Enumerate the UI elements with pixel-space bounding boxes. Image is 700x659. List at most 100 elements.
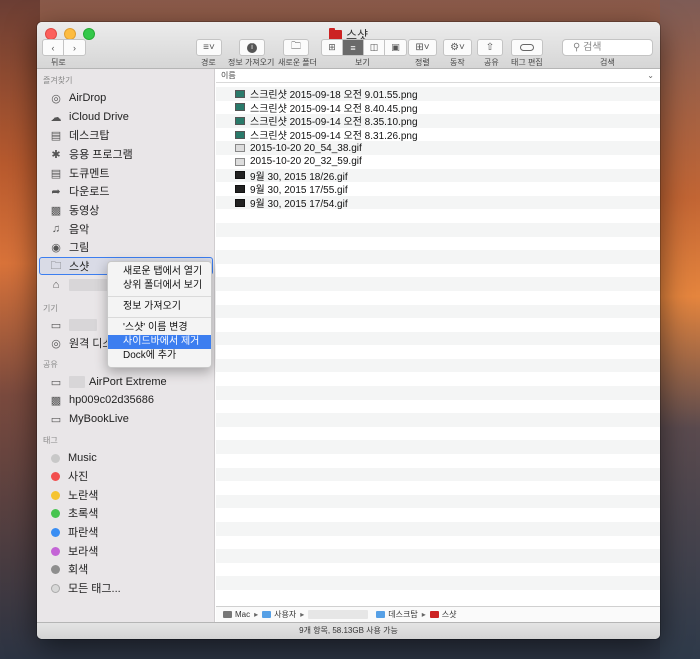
tag-edit-button[interactable] — [511, 39, 543, 56]
icon-view-button[interactable]: ⊞ — [322, 40, 343, 55]
sidebar-item-documents[interactable]: ▤ 도큐멘트 — [49, 164, 213, 182]
action-button[interactable]: ⚙˅ — [443, 39, 472, 56]
tag-dot-icon — [51, 508, 60, 518]
file-row[interactable]: 스크린샷 2015-09-14 오전 8.40.45.png — [216, 101, 660, 115]
sidebar-item-applications[interactable]: ✱ 응용 프로그램 — [49, 145, 213, 163]
menu-item-add-to-dock[interactable]: Dock에 추가 — [108, 349, 211, 363]
empty-row — [216, 549, 660, 563]
empty-row — [216, 222, 660, 237]
path-item-mac[interactable]: Mac — [223, 610, 250, 619]
file-row[interactable]: 스크린샷 2015-09-14 오전 8.35.10.png — [216, 114, 660, 128]
info-button[interactable]: i — [239, 39, 265, 56]
empty-row — [216, 508, 660, 522]
column-header-label: 이름 — [221, 71, 236, 80]
disk-icon: ▭ — [50, 376, 62, 389]
sidebar-tag-photo[interactable]: 사진 — [49, 467, 213, 485]
image-file-icon — [235, 130, 245, 139]
sidebar-item-label: 응용 프로그램 — [69, 149, 133, 161]
sidebar-tag-all[interactable]: 모든 태그... — [49, 579, 213, 597]
search-input[interactable]: ⚲ 검색 — [562, 39, 653, 56]
disc-icon: ◎ — [51, 337, 61, 350]
download-icon: ➦ — [51, 185, 61, 198]
arrange-icon: ⊞˅ — [415, 42, 430, 53]
new-folder-label: 새로운 폴더 — [278, 58, 318, 67]
image-file-icon — [235, 116, 245, 125]
sidebar-tag-green[interactable]: 초록색 — [49, 504, 213, 522]
sidebar-tag-purple[interactable]: 보라색 — [49, 542, 213, 560]
empty-row — [216, 318, 660, 332]
sidebar-item-label: MyBookLive — [69, 413, 129, 425]
sidebar-item-pictures[interactable]: ◉ 그림 — [49, 238, 213, 256]
path-item-desktop[interactable]: 데스크탑 — [376, 609, 418, 620]
file-row[interactable]: 9월 30, 2015 17/55.gif — [216, 182, 660, 196]
path-button[interactable]: ≡˅ — [196, 39, 222, 56]
empty-row — [216, 522, 660, 536]
sidebar-item-downloads[interactable]: ➦ 다운로드 — [49, 182, 213, 200]
sidebar-item-label: AirDrop — [69, 92, 107, 104]
empty-row — [216, 440, 660, 455]
file-row[interactable]: 스크린샷 2015-09-18 오전 9.01.55.png — [216, 87, 660, 101]
sidebar-item-music[interactable]: ♫ 음악 — [49, 220, 213, 238]
file-row[interactable]: 2015-10-20 20_32_59.gif — [216, 155, 660, 169]
favorites-header: 즐겨찾기 — [43, 76, 73, 85]
sidebar-tag-music[interactable]: Music — [49, 449, 213, 467]
empty-row — [216, 481, 660, 495]
sidebar-tag-blue[interactable]: 파란색 — [49, 523, 213, 541]
empty-row — [216, 291, 660, 305]
sidebar-item-label: 음악 — [69, 224, 90, 236]
home-icon: ⌂ — [52, 279, 60, 291]
gif-file-icon — [235, 171, 245, 180]
sidebar-item-hp-printer[interactable]: ▩ hp009c02d35686 — [49, 391, 213, 409]
cover-flow-button[interactable]: ▣ — [385, 40, 406, 55]
menu-item-get-info[interactable]: 정보 가져오기 — [108, 300, 211, 314]
menu-item-remove-from-sidebar[interactable]: 사이드바에서 제거 — [108, 335, 211, 349]
finder-window: 스샷 ‹ › 뒤로 ≡˅ 경로 i 정보 가져오기 🗀 새로운 폴더 ⊞ ≡ ◫… — [37, 22, 660, 639]
view-mode-control: ⊞ ≡ ◫ ▣ — [321, 39, 407, 56]
forward-button[interactable]: › — [64, 40, 85, 55]
status-text: 9개 항목, 58.13GB 사용 가능 — [299, 626, 398, 635]
sidebar-item-label: 사진 — [68, 471, 89, 483]
file-row[interactable]: 9월 30, 2015 17/54.gif — [216, 195, 660, 211]
back-button[interactable]: ‹ — [43, 40, 64, 55]
arrange-button[interactable]: ⊞˅ — [408, 39, 437, 56]
name-column-header[interactable]: 이름 ⌄ — [216, 69, 660, 83]
path-item-home[interactable] — [308, 610, 369, 619]
path-separator-icon: ▸ — [300, 610, 305, 619]
list-view-button[interactable]: ≡ — [343, 40, 364, 55]
sidebar-item-label: 동영상 — [69, 205, 100, 217]
menu-separator — [108, 317, 211, 318]
menu-item-open-new-tab[interactable]: 새로운 탭에서 열기 — [108, 265, 211, 279]
file-row[interactable]: 스크린샷 2015-09-14 오전 8.31.26.png — [216, 128, 660, 142]
sidebar-item-airport[interactable]: ▭ AirPort Extreme — [49, 373, 213, 391]
share-button[interactable]: ⇧ — [477, 39, 503, 56]
menu-item-show-enclosing[interactable]: 상위 폴더에서 보기 — [108, 279, 211, 293]
file-row[interactable]: 2015-10-20 20_54_38.gif — [216, 141, 660, 155]
new-folder-button[interactable]: 🗀 — [283, 39, 309, 56]
path-item-label: 스샷 — [441, 610, 457, 619]
empty-row — [216, 576, 660, 590]
gif-file-icon — [235, 184, 245, 193]
path-item-users[interactable]: 사용자 — [262, 609, 296, 620]
file-row[interactable]: 9월 30, 2015 18/26.gif — [216, 168, 660, 183]
path-item-screenshots[interactable]: 스샷 — [429, 609, 457, 620]
folder-icon: 🗀 — [50, 259, 62, 272]
empty-row — [216, 358, 660, 373]
sidebar-tag-yellow[interactable]: 노란색 — [49, 486, 213, 504]
menu-item-rename[interactable]: '스샷' 이름 변경 — [108, 321, 211, 335]
sidebar-tag-gray[interactable]: 회색 — [49, 560, 213, 578]
sidebar-item-label: 모든 태그... — [68, 583, 121, 595]
back-forward-control: ‹ › — [42, 39, 86, 56]
sidebar-item-airdrop[interactable]: ◎ AirDrop — [49, 89, 213, 107]
sidebar-item-desktop[interactable]: ▤ 데스크탑 — [49, 126, 213, 144]
search-icon: ⚲ — [573, 42, 581, 53]
sidebar-item-icloud[interactable]: ☁ iCloud Drive — [49, 108, 213, 126]
monitor-icon: ▩ — [50, 394, 62, 407]
file-name: 9월 30, 2015 17/54.gif — [250, 199, 348, 211]
tag-dot-icon — [51, 546, 60, 556]
sidebar-item-movies[interactable]: ▩ 동영상 — [49, 201, 213, 219]
camera-icon: ◉ — [51, 241, 61, 254]
sidebar-item-label: 도큐멘트 — [69, 168, 110, 180]
column-view-button[interactable]: ◫ — [364, 40, 385, 55]
sidebar-item-label: AirPort Extreme — [89, 376, 167, 388]
sidebar-item-mybooklive[interactable]: ▭ MyBookLive — [49, 410, 213, 428]
